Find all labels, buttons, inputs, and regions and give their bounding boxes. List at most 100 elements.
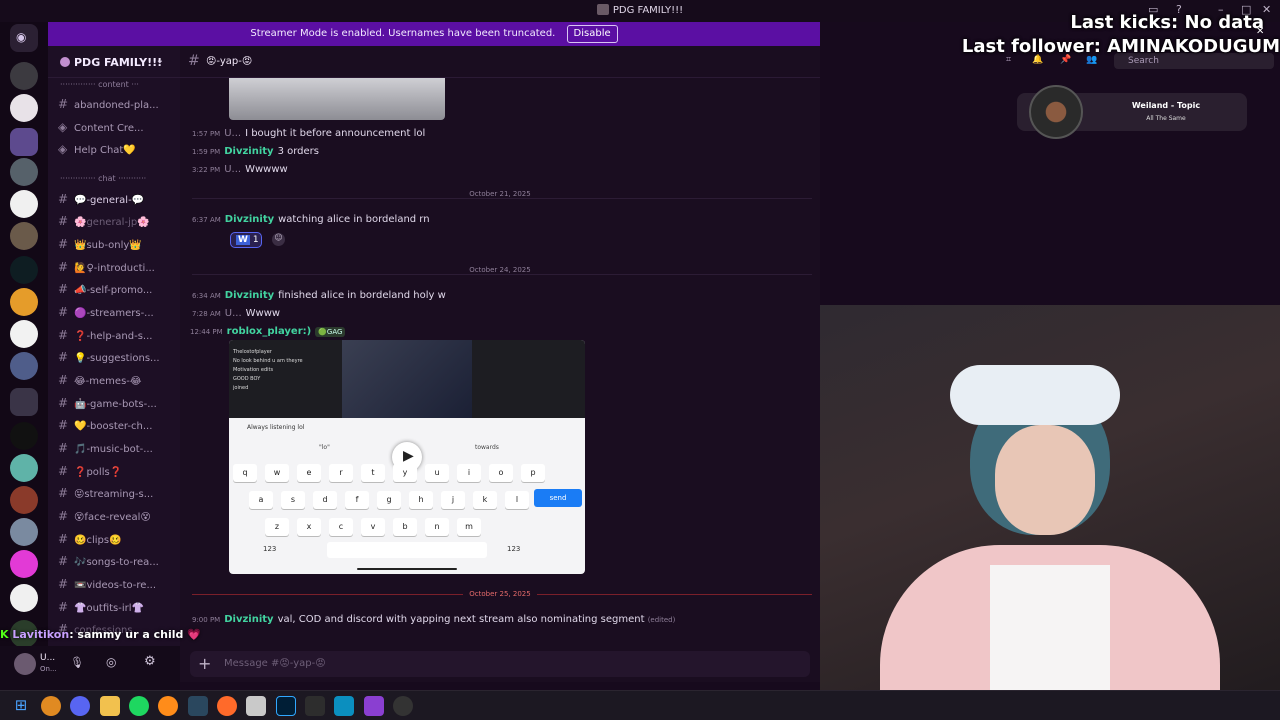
file-explorer-icon[interactable] <box>100 696 120 716</box>
date-divider-line <box>192 198 812 199</box>
search-input[interactable]: Search <box>1128 56 1159 66</box>
server-icon[interactable] <box>10 158 38 186</box>
message-input[interactable]: Message #😡-yap-😡 <box>224 658 326 669</box>
channel-item[interactable]: # ❓-help-and-s... <box>58 328 176 342</box>
server-icon[interactable] <box>10 190 38 218</box>
image-attachment[interactable] <box>229 78 445 120</box>
server-list: ◉ <box>0 22 48 690</box>
channel-item[interactable]: # 😝streaming-s... <box>58 486 176 500</box>
server-icon[interactable] <box>10 422 38 450</box>
server-icon[interactable] <box>10 352 38 380</box>
user-status: On... <box>40 665 57 673</box>
folder-icon[interactable] <box>10 128 38 156</box>
username[interactable]: U... <box>224 164 241 175</box>
app-icon[interactable] <box>158 696 178 716</box>
hash-icon: # <box>58 328 69 342</box>
channel-item[interactable]: # 📣-self-promo... <box>58 282 176 296</box>
server-icon[interactable] <box>10 256 38 284</box>
browser-icon[interactable] <box>41 696 61 716</box>
add-attachment-icon[interactable]: + <box>198 654 211 673</box>
channel-item[interactable]: ◈ Content Cre... <box>58 120 176 134</box>
channel-item[interactable]: # 💬-general-💬 <box>58 192 176 206</box>
microphone-icon[interactable]: 🎙 <box>70 656 84 669</box>
channel-item[interactable]: # 🤖-game-bots-... <box>58 396 176 410</box>
channel-item[interactable]: # 🎵-music-bot-... <box>58 441 176 455</box>
server-icon[interactable] <box>10 320 38 348</box>
username[interactable]: U... <box>225 308 242 319</box>
app-icon[interactable] <box>334 696 354 716</box>
keyboard-key: v <box>361 518 385 536</box>
server-icon[interactable] <box>10 94 38 122</box>
alert-text: : sammy ur a child 💗 <box>69 628 201 641</box>
reaction-chip[interactable]: W 1 <box>230 232 262 248</box>
channel-item[interactable]: # 💡-suggestions... <box>58 350 176 364</box>
channel-item[interactable]: # 👑sub-only👑 <box>58 237 176 251</box>
photoshop-icon[interactable] <box>276 696 296 716</box>
channel-item[interactable]: # 📼videos-to-re... <box>58 577 176 591</box>
server-icon[interactable] <box>10 288 38 316</box>
chat-line: Thelostofplayer <box>233 349 272 355</box>
video-attachment[interactable]: Thelostofplayer No look behind u am they… <box>229 340 585 574</box>
channel-item[interactable]: # ❓polls❓ <box>58 464 176 478</box>
channel-label: 💡-suggestions... <box>74 353 160 364</box>
app-icon[interactable] <box>364 696 384 716</box>
chevron-down-icon[interactable]: ⌄ <box>156 55 164 66</box>
server-icon[interactable] <box>10 486 38 514</box>
hash-icon: # <box>58 509 69 523</box>
server-header[interactable]: PDG FAMILY!!! ⌄ <box>48 46 180 78</box>
windows-start-icon[interactable]: ⊞ <box>11 696 31 716</box>
keyboard-key: n <box>425 518 449 536</box>
message-input-box[interactable]: + Message #😡-yap-😡 <box>190 651 810 677</box>
discord-taskbar-icon[interactable] <box>70 696 90 716</box>
discord-home-icon[interactable]: ◉ <box>10 24 38 52</box>
channel-item[interactable]: # 🥴clips🥴 <box>58 532 176 546</box>
stream-chat-alert: K Lavitikon: sammy ur a child 💗 <box>0 628 201 646</box>
streamer-mode-banner: Streamer Mode is enabled. Usernames have… <box>48 22 820 46</box>
username[interactable]: roblox_player:) <box>227 326 312 337</box>
timestamp: 6:37 AM <box>192 216 221 224</box>
message-list: 1:57 PM U... I bought it before announceme… <box>180 78 820 646</box>
timestamp: 1:59 PM <box>192 148 221 156</box>
channel-item[interactable]: # 🎶songs-to-rea... <box>58 554 176 568</box>
server-icon[interactable] <box>10 454 38 482</box>
username[interactable]: Divzinity <box>225 214 274 225</box>
channel-item[interactable]: # 💛-booster-ch... <box>58 418 176 432</box>
channel-label: Content Cre... <box>74 123 144 134</box>
keyboard-key: m <box>457 518 481 536</box>
channel-item[interactable]: # 😵face-reveal😵 <box>58 509 176 523</box>
app-icon[interactable] <box>246 696 266 716</box>
app-icon[interactable] <box>305 696 325 716</box>
add-reaction-icon[interactable]: ☺ <box>272 233 285 246</box>
headphones-icon[interactable]: ◎ <box>106 655 116 669</box>
settings-gear-icon[interactable]: ⚙ <box>144 654 156 669</box>
channel-label: 👑sub-only👑 <box>74 240 142 251</box>
server-icon[interactable] <box>10 62 38 90</box>
category-content[interactable]: ·············· content ··· <box>60 80 139 89</box>
server-icon[interactable] <box>10 518 38 546</box>
steam-icon[interactable] <box>188 696 208 716</box>
server-icon[interactable] <box>10 584 38 612</box>
username[interactable]: Divzinity <box>224 146 273 157</box>
channel-item[interactable]: # abandoned-pla... <box>58 97 176 111</box>
category-chat[interactable]: ·············· chat ··········· <box>60 174 146 183</box>
message: 3:22 PM U... Wwwww <box>192 164 288 175</box>
channel-item[interactable]: # 👚outfits-irl👚 <box>58 600 176 614</box>
server-icon[interactable] <box>10 550 38 578</box>
close-icon[interactable]: ✕ <box>1256 26 1264 37</box>
spotify-icon[interactable] <box>129 696 149 716</box>
channel-item[interactable]: # 😂-memes-😂 <box>58 373 176 387</box>
channel-item[interactable]: # 🙋♀-introducti... <box>58 260 176 274</box>
folder-icon[interactable] <box>10 388 38 416</box>
server-icon[interactable] <box>10 222 38 250</box>
firefox-icon[interactable] <box>217 696 237 716</box>
username[interactable]: Divzinity <box>225 290 274 301</box>
username[interactable]: U... <box>224 128 241 139</box>
disable-streamer-mode-button[interactable]: Disable <box>566 25 618 43</box>
avatar[interactable] <box>14 653 36 675</box>
channel-item[interactable]: ◈ Help Chat💛 <box>58 142 176 156</box>
streamer-video <box>342 340 472 418</box>
obs-icon[interactable] <box>393 696 413 716</box>
channel-item[interactable]: # 🌸general-jp🌸 <box>58 214 176 228</box>
username[interactable]: Divzinity <box>224 614 273 625</box>
channel-item[interactable]: # 🟣-streamers-... <box>58 305 176 319</box>
